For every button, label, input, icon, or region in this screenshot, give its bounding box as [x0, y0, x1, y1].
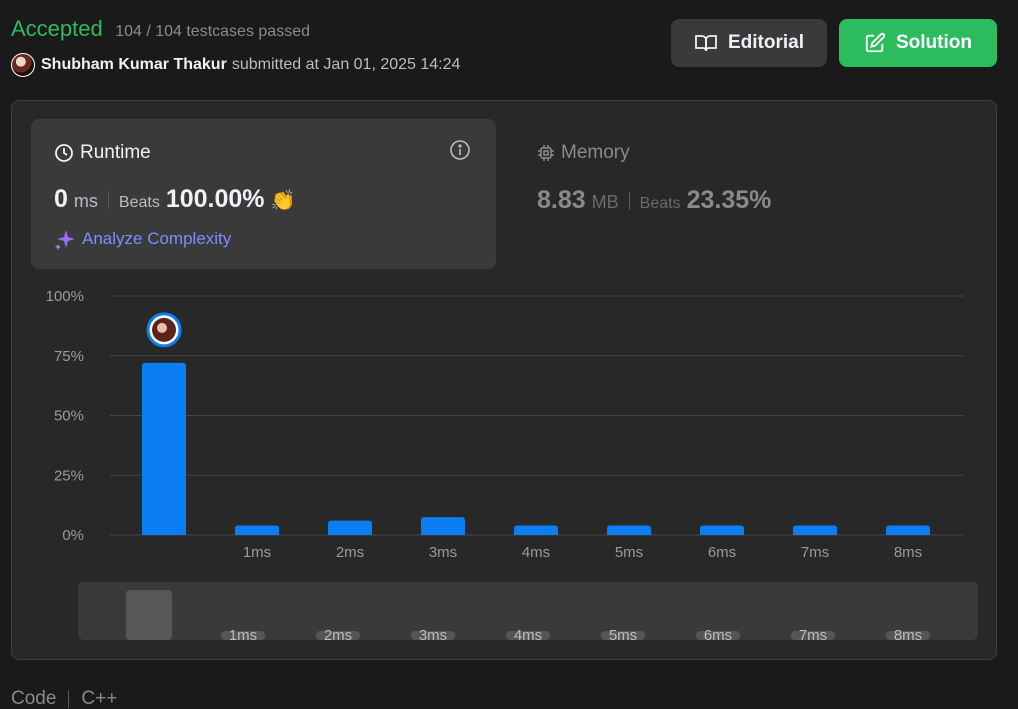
book-icon	[695, 35, 717, 52]
navigator-label: 6ms	[704, 627, 732, 644]
username-link[interactable]: Shubham Kumar Thakur	[41, 56, 227, 74]
navigator-label: 2ms	[324, 627, 352, 644]
performance-panel: Runtime 0 ms Beats 100.00% 👏 Analyze Com…	[11, 100, 997, 660]
submitted-time: submitted at Jan 01, 2025 14:24	[231, 56, 461, 73]
navigator-label: 7ms	[799, 627, 827, 644]
chart-bar[interactable]	[607, 525, 651, 535]
x-tick-label: 7ms	[801, 544, 829, 561]
y-tick-label: 25%	[54, 467, 84, 484]
chart-bar[interactable]	[700, 525, 744, 535]
y-tick-label: 75%	[54, 348, 84, 365]
avatar[interactable]	[11, 53, 35, 77]
solution-button[interactable]: Solution	[839, 19, 997, 67]
runtime-distribution-chart[interactable]: 100% 75% 50% 25% 0% 1ms 2ms 3ms 4ms 5ms 6ms 7ms 8ms 1…	[12, 101, 998, 661]
navigator-label: 5ms	[609, 627, 637, 644]
code-header: Code C++	[11, 688, 117, 709]
chart-bar[interactable]	[328, 520, 372, 535]
code-label: Code	[11, 688, 57, 709]
chart-bar[interactable]	[142, 362, 186, 535]
editorial-label: Editorial	[727, 32, 804, 53]
navigator-label: 4ms	[514, 627, 542, 644]
testcases-count: 104 / 104 testcases passed	[115, 23, 310, 40]
divider	[68, 690, 70, 708]
chart-bar[interactable]	[235, 525, 279, 535]
y-tick-label: 50%	[54, 408, 84, 425]
solution-label: Solution	[896, 32, 972, 53]
x-tick-label: 8ms	[894, 544, 922, 561]
language-label: C++	[81, 688, 118, 709]
x-tick-label: 5ms	[615, 544, 643, 561]
x-tick-label: 2ms	[336, 544, 364, 561]
navigator-bar	[126, 590, 172, 640]
avatar	[157, 322, 167, 333]
editorial-button[interactable]: Editorial	[671, 19, 827, 67]
status-label: Accepted	[11, 16, 103, 41]
navigator-label: 1ms	[229, 627, 257, 644]
navigator-label: 8ms	[894, 627, 922, 644]
edit-icon	[865, 32, 886, 53]
x-tick-label: 4ms	[522, 544, 550, 561]
navigator-label: 3ms	[419, 627, 447, 644]
chart-bar[interactable]	[421, 517, 465, 535]
y-tick-label: 100%	[46, 288, 84, 305]
x-tick-label: 1ms	[243, 544, 271, 561]
chart-bar[interactable]	[793, 525, 837, 535]
chart-bar[interactable]	[514, 525, 558, 535]
x-tick-label: 3ms	[429, 544, 457, 561]
submission-meta: Shubham Kumar Thakur submitted at Jan 01…	[11, 53, 460, 77]
y-tick-label: 0%	[62, 527, 84, 544]
chart-bar[interactable]	[886, 525, 930, 535]
x-tick-label: 6ms	[708, 544, 736, 561]
submission-header: Accepted 104 / 104 testcases passed	[11, 16, 310, 42]
